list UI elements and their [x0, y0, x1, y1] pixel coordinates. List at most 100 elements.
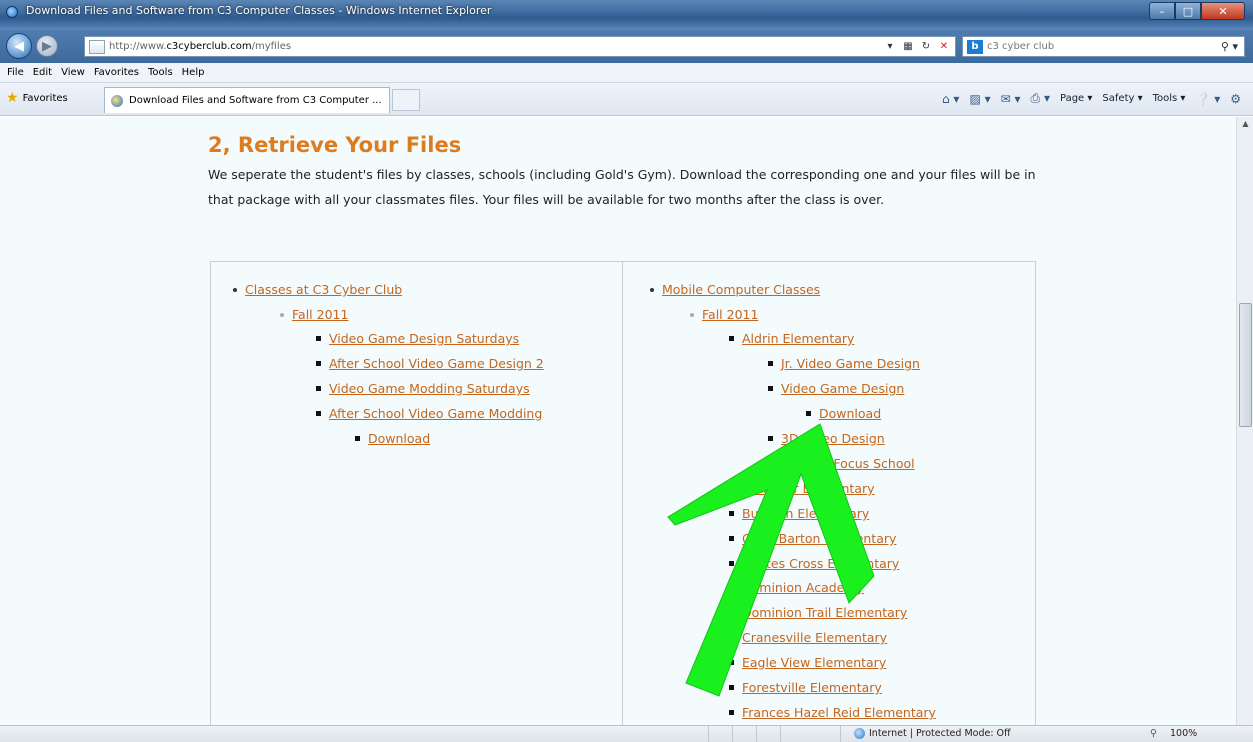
list-item: Classes at C3 Cyber Club [233, 282, 402, 297]
link-school[interactable]: 3D Video Design [781, 431, 885, 446]
bing-icon: b [967, 39, 983, 54]
menu-bar: File Edit View Favorites Tools Help [0, 63, 1253, 83]
link-class[interactable]: After School Video Game Modding [329, 406, 542, 421]
list-item: Forestville Elementary [729, 680, 882, 695]
mail-icon[interactable]: ✉ ▾ [1001, 92, 1021, 106]
link-school[interactable]: Bull Run Elementary [742, 506, 869, 521]
safety-menu[interactable]: Safety ▾ [1102, 93, 1142, 104]
link-class[interactable]: Video Game Design Saturdays [329, 331, 519, 346]
link-fall-2011-left[interactable]: Fall 2011 [292, 307, 348, 322]
tab-page-icon [111, 94, 123, 107]
list-item: Eagle View Elementary [729, 655, 886, 670]
list-item: After School Video Game Modding [316, 406, 542, 421]
list-item: Dominion Trail Elementary [729, 605, 907, 620]
link-fall-2011-right[interactable]: Fall 2011 [702, 307, 758, 322]
link-school[interactable]: Bren Mar Elementary [742, 481, 875, 496]
address-url[interactable]: http://www.c3cyberclub.com/myfiles [109, 41, 291, 52]
list-item: Fall 2011 [280, 307, 348, 322]
link-school[interactable]: Cranesville Elementary [742, 630, 887, 645]
link-video-game-design[interactable]: Video Game Design [781, 381, 904, 396]
new-tab-button[interactable] [392, 89, 420, 111]
link-school[interactable]: Coates Cross Elementary [742, 556, 899, 571]
tools-menu[interactable]: Tools ▾ [1153, 93, 1186, 104]
menu-view[interactable]: View [61, 67, 85, 78]
section-description: We seperate the student's files by class… [208, 167, 1036, 207]
page-menu[interactable]: Page ▾ [1060, 93, 1092, 104]
section-heading: 2, Retrieve Your Files [208, 133, 462, 157]
research-icon[interactable]: ⚙ [1230, 92, 1241, 106]
print-icon[interactable]: ⎙ ▾ [1031, 91, 1050, 106]
link-school[interactable]: Dominion Academy [742, 580, 864, 595]
list-item: Coates Cross Elementary [729, 556, 899, 571]
scroll-thumb[interactable] [1239, 303, 1252, 427]
list-item: Mobile Computer Classes [650, 282, 820, 297]
navigation-bar: ◀ ▶ http://www.c3cyberclub.com/myfiles ▾… [0, 30, 1253, 63]
menu-edit[interactable]: Edit [33, 67, 52, 78]
list-item: Bull Run Elementary [729, 506, 869, 521]
home-icon[interactable]: ⌂ ▾ [942, 92, 959, 106]
address-tools: ▾ ▦ ↻ ✕ [883, 39, 951, 53]
favorites-label: Favorites [22, 92, 68, 104]
address-bar[interactable]: http://www.c3cyberclub.com/myfiles ▾ ▦ ↻… [84, 36, 956, 57]
help-icon[interactable]: ❔ ▾ [1195, 92, 1220, 106]
maximize-button[interactable]: □ [1175, 2, 1201, 20]
search-box[interactable]: b c3 cyber club ⚲ ▾ [962, 36, 1245, 57]
forward-button[interactable]: ▶ [36, 35, 58, 57]
tab-current[interactable]: Download Files and Software from C3 Comp… [104, 87, 390, 113]
back-button[interactable]: ◀ [6, 33, 32, 59]
list-item: Frances Hazel Reid Elementary [729, 705, 936, 720]
link-download-right[interactable]: Download [819, 406, 881, 421]
list-item: Dominion Academy [729, 580, 864, 595]
menu-file[interactable]: File [7, 67, 24, 78]
search-input[interactable]: c3 cyber club [987, 41, 1221, 52]
window-title: Download Files and Software from C3 Comp… [26, 4, 492, 17]
link-class[interactable]: Video Game Modding Saturdays [329, 381, 530, 396]
window-controls: – □ ✕ [1149, 2, 1245, 22]
link-school[interactable]: Clara Barton Elementary [742, 531, 896, 546]
close-button[interactable]: ✕ [1201, 2, 1245, 20]
security-zone[interactable]: Internet | Protected Mode: Off [854, 728, 1011, 739]
menu-favorites[interactable]: Favorites [94, 67, 139, 78]
menu-help[interactable]: Help [182, 67, 205, 78]
link-mobile-classes[interactable]: Mobile Computer Classes [662, 282, 820, 297]
globe-icon [854, 728, 865, 739]
tab-title: Download Files and Software from C3 Comp… [129, 95, 382, 106]
dropdown-icon[interactable]: ▾ [883, 39, 897, 53]
minimize-button[interactable]: – [1149, 2, 1175, 20]
menu-tools[interactable]: Tools [148, 67, 173, 78]
list-item: Video Game Modding Saturdays [316, 381, 530, 396]
refresh-icon[interactable]: ↻ [919, 39, 933, 53]
list-item: Aldrin Elementary [729, 331, 854, 346]
zoom-icon[interactable]: ⚲ [1150, 728, 1157, 739]
favorites-button[interactable]: ★ Favorites [6, 90, 68, 106]
vertical-scrollbar[interactable]: ▲ [1236, 117, 1253, 725]
list-item: Video Game Design Saturdays [316, 331, 519, 346]
ie-logo-icon [6, 6, 18, 18]
compatibility-icon[interactable]: ▦ [901, 39, 915, 53]
link-school[interactable]: Science Focus School [781, 456, 915, 471]
link-aldrin-elementary[interactable]: Aldrin Elementary [742, 331, 854, 346]
stop-icon[interactable]: ✕ [937, 39, 951, 53]
search-icon[interactable]: ⚲ ▾ [1221, 40, 1238, 53]
list-item: 3D Video Design [768, 431, 885, 446]
zoom-level[interactable]: 100% [1170, 728, 1197, 739]
list-item: Bren Mar Elementary [729, 481, 875, 496]
link-school[interactable]: Dominion Trail Elementary [742, 605, 907, 620]
link-jr-video-game-design[interactable]: Jr. Video Game Design [781, 356, 920, 371]
title-bar: Download Files and Software from C3 Comp… [0, 0, 1253, 30]
feeds-icon[interactable]: ▨ ▾ [969, 92, 990, 106]
list-item: Fall 2011 [690, 307, 758, 322]
scroll-up-icon[interactable]: ▲ [1239, 119, 1252, 132]
star-icon: ★ [6, 90, 19, 106]
panel-divider [622, 261, 623, 731]
link-class[interactable]: After School Video Game Design 2 [329, 356, 544, 371]
link-school[interactable]: Frances Hazel Reid Elementary [742, 705, 936, 720]
link-classes-c3[interactable]: Classes at C3 Cyber Club [245, 282, 402, 297]
list-item: Download [806, 406, 881, 421]
link-download-left[interactable]: Download [368, 431, 430, 446]
list-item: Download [355, 431, 430, 446]
link-school[interactable]: Forestville Elementary [742, 680, 882, 695]
favorites-bar: ★ Favorites Download Files and Software … [0, 83, 1253, 116]
list-item: After School Video Game Design 2 [316, 356, 544, 371]
link-school[interactable]: Eagle View Elementary [742, 655, 886, 670]
